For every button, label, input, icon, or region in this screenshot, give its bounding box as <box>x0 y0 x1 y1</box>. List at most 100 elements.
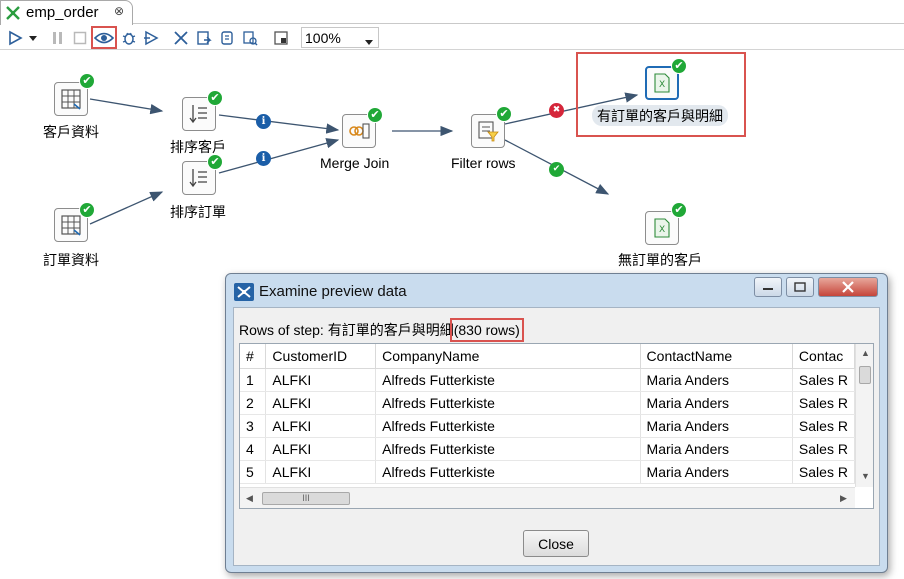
zoom-value: 100% <box>305 30 341 46</box>
step-label-selected: 有訂單的客戶與明細 <box>592 105 728 126</box>
transformation-icon <box>5 5 21 24</box>
maximize-icon[interactable] <box>786 277 814 297</box>
tab-emp-order[interactable]: emp_order ⊗ <box>0 0 133 25</box>
pause-icon[interactable] <box>47 27 69 48</box>
cell: Alfreds Futterkiste <box>375 368 641 392</box>
tab-close-icon[interactable]: ⊗ <box>114 4 124 18</box>
column-header[interactable]: Contac <box>792 344 855 369</box>
success-check-icon: ✔ <box>79 202 95 218</box>
column-header[interactable]: ContactName <box>640 344 793 369</box>
run-dropdown-icon[interactable] <box>26 27 40 48</box>
row-number: 5 <box>240 460 267 484</box>
cell: Maria Anders <box>640 437 793 461</box>
success-check-icon: ✔ <box>671 202 687 218</box>
cell: ALFKI <box>265 414 377 438</box>
toolbar: 100% <box>0 25 904 50</box>
row-number: 1 <box>240 368 267 392</box>
success-check-icon: ✔ <box>79 73 95 89</box>
table-row[interactable]: 1 ALFKI Alfreds Futterkiste Maria Anders… <box>240 368 855 392</box>
debug-icon[interactable] <box>118 27 140 48</box>
row-count: (830 rows) <box>449 318 524 342</box>
column-header[interactable]: CompanyName <box>375 344 641 369</box>
table-header: # CustomerID CompanyName ContactName Con… <box>240 344 855 369</box>
step-label: Filter rows <box>451 155 516 171</box>
success-check-icon: ✔ <box>367 107 383 123</box>
preview-icon[interactable] <box>91 26 117 49</box>
success-hop-icon[interactable]: ✔ <box>549 162 564 177</box>
cell: Maria Anders <box>640 414 793 438</box>
cell: Alfreds Futterkiste <box>375 460 641 484</box>
hop-customers-sort <box>89 98 164 115</box>
vertical-scrollbar[interactable]: ▲ ▼ <box>855 344 873 487</box>
svg-text:X: X <box>659 225 665 235</box>
success-check-icon: ✔ <box>207 154 223 170</box>
svg-text:X: X <box>659 80 665 90</box>
info-icon[interactable]: i <box>256 151 271 166</box>
success-check-icon: ✔ <box>671 58 687 74</box>
scroll-right-icon[interactable]: ▶ <box>840 493 847 504</box>
cell: Sales R <box>792 460 855 484</box>
step-label: Merge Join <box>320 155 390 171</box>
hop-orders-sort <box>89 191 164 225</box>
analyze-impact-icon[interactable] <box>193 27 215 48</box>
step-label: 無訂單的客戶 <box>618 252 702 268</box>
scroll-up-icon[interactable]: ▲ <box>861 348 870 358</box>
success-check-icon: ✔ <box>496 106 512 122</box>
scroll-left-icon[interactable]: ◀ <box>246 493 253 504</box>
row-number: 4 <box>240 437 267 461</box>
show-results-icon[interactable] <box>270 27 292 48</box>
tab-label: emp_order <box>26 4 99 21</box>
cell: Sales R <box>792 368 855 392</box>
table-row[interactable]: 3 ALFKI Alfreds Futterkiste Maria Anders… <box>240 414 855 438</box>
preview-table[interactable]: # CustomerID CompanyName ContactName Con… <box>239 343 874 509</box>
cell: ALFKI <box>265 391 377 415</box>
error-hop-icon[interactable]: ✖ <box>549 103 564 118</box>
editor-tab-bar: emp_order ⊗ <box>0 0 904 25</box>
cell: Maria Anders <box>640 460 793 484</box>
horizontal-scroll-thumb[interactable]: III <box>262 492 350 505</box>
table-row[interactable]: 5 ALFKI Alfreds Futterkiste Maria Anders… <box>240 460 855 484</box>
minimize-icon[interactable] <box>754 277 782 297</box>
run-icon[interactable] <box>4 27 26 48</box>
dialog-title: Examine preview data <box>259 283 407 300</box>
row-number: 2 <box>240 391 267 415</box>
cell: ALFKI <box>265 460 377 484</box>
hop-sort-customers-merge <box>218 114 340 134</box>
window-close-icon[interactable] <box>818 277 878 297</box>
cell: Maria Anders <box>640 391 793 415</box>
cell: Alfreds Futterkiste <box>375 437 641 461</box>
row-number: 3 <box>240 414 267 438</box>
step-label: 訂單資料 <box>43 252 99 268</box>
horizontal-scrollbar[interactable]: ◀ III ▶ <box>240 487 855 508</box>
zoom-select[interactable]: 100% <box>301 27 379 48</box>
explore-db-icon[interactable] <box>239 27 261 48</box>
step-name: 有訂單的客戶與明細 <box>327 322 454 338</box>
cell: Alfreds Futterkiste <box>375 391 641 415</box>
verify-icon[interactable] <box>170 27 192 48</box>
dialog-app-icon <box>234 283 254 301</box>
table-row[interactable]: 2 ALFKI Alfreds Futterkiste Maria Anders… <box>240 391 855 415</box>
cell: Sales R <box>792 414 855 438</box>
step-label: 排序訂單 <box>170 204 226 220</box>
replay-icon[interactable] <box>140 27 162 48</box>
cell: ALFKI <box>265 437 377 461</box>
column-header[interactable]: # <box>240 344 267 369</box>
dialog-body: Rows of step: 有訂單的客戶與明細(830 rows) # Cust… <box>233 307 880 566</box>
cell: Sales R <box>792 391 855 415</box>
rows-prefix: Rows of step: <box>239 322 328 338</box>
step-label: 客戶資料 <box>43 124 99 140</box>
vertical-scroll-thumb[interactable] <box>859 366 871 384</box>
examine-preview-dialog: Examine preview data Rows of step: 有訂單的客… <box>225 273 888 573</box>
table-row[interactable]: 4 ALFKI Alfreds Futterkiste Maria Anders… <box>240 437 855 461</box>
sql-icon[interactable] <box>216 27 238 48</box>
cell: Alfreds Futterkiste <box>375 414 641 438</box>
info-icon[interactable]: i <box>256 114 271 129</box>
cell: Sales R <box>792 437 855 461</box>
cell: ALFKI <box>265 368 377 392</box>
column-header[interactable]: CustomerID <box>265 344 377 369</box>
stop-icon[interactable] <box>69 27 91 48</box>
scroll-down-icon[interactable]: ▼ <box>861 471 870 481</box>
rows-of-step-line: Rows of step: 有訂單的客戶與明細(830 rows) <box>239 318 524 342</box>
cell: Maria Anders <box>640 368 793 392</box>
close-button[interactable]: Close <box>523 530 589 557</box>
